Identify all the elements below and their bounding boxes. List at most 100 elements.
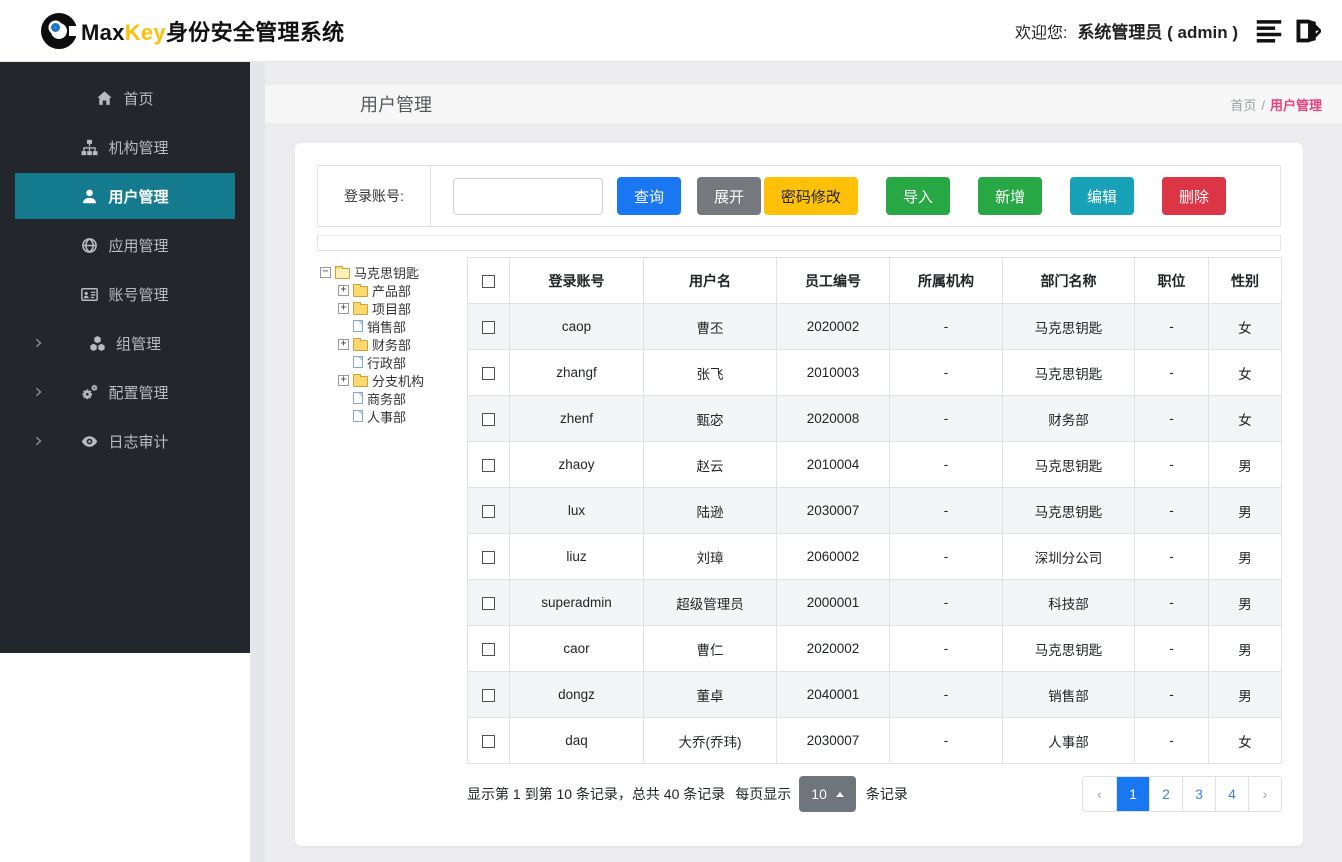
gears-icon bbox=[81, 384, 98, 401]
table-cell: - bbox=[889, 303, 1003, 350]
sidebar-item-audit[interactable]: 日志审计 bbox=[15, 418, 235, 464]
collapse-icon[interactable]: − bbox=[320, 266, 331, 278]
expand-icon[interactable]: + bbox=[338, 302, 349, 314]
table-cell: 男 bbox=[1208, 487, 1282, 534]
edit-button[interactable]: 编辑 bbox=[1069, 177, 1134, 215]
table-cell: 张飞 bbox=[643, 349, 777, 396]
search-toolbar-body: 查询 展开 密码修改 导入 新增 编辑 删除 bbox=[431, 166, 1280, 226]
row-checkbox[interactable] bbox=[482, 366, 495, 380]
pager-page-3[interactable]: 3 bbox=[1182, 777, 1215, 811]
main-layout: 首页 机构管理 用户管理 应用管理 账号管理 组管理 配置管理 日志审计 用户管理 首页 / 用户… bbox=[0, 62, 1342, 862]
table-cell: 女 bbox=[1208, 303, 1282, 350]
table-cell: 2010004 bbox=[776, 441, 890, 488]
row-checkbox-cell bbox=[467, 579, 510, 626]
tree-node[interactable]: + 财务部 bbox=[320, 335, 467, 353]
query-button[interactable]: 查询 bbox=[617, 177, 682, 215]
eye-icon bbox=[81, 433, 98, 450]
table-cell: 2000001 bbox=[776, 579, 890, 626]
table-cell: 2060002 bbox=[776, 533, 890, 580]
tree-node-label: 产品部 bbox=[372, 283, 412, 299]
tree-node[interactable]: 人事部 bbox=[320, 407, 467, 425]
row-checkbox[interactable] bbox=[482, 412, 495, 426]
content-card: 登录账号: 查询 展开 密码修改 导入 新增 编辑 删除 − 马克思钥匙 + 产品部 + 项目部销… bbox=[295, 143, 1303, 846]
column-header: 部门名称 bbox=[1002, 257, 1135, 304]
sidebar-item-account[interactable]: 账号管理 bbox=[15, 271, 235, 317]
row-checkbox[interactable] bbox=[482, 596, 495, 610]
tree-node[interactable]: + 项目部 bbox=[320, 299, 467, 317]
sidebar-item-user[interactable]: 用户管理 bbox=[15, 173, 235, 219]
table-row[interactable]: lux 陆逊 2030007- 马克思钥匙 - 男 bbox=[467, 487, 1282, 534]
table-row[interactable]: daq 大乔(乔玮) 2030007- 人事部 - 女 bbox=[467, 717, 1282, 764]
chevron-right-icon bbox=[33, 436, 44, 447]
table-row[interactable]: zhenf 甄宓 2020008- 财务部 - 女 bbox=[467, 395, 1282, 442]
tree-node[interactable]: 销售部 bbox=[320, 317, 467, 335]
row-checkbox[interactable] bbox=[482, 734, 495, 748]
row-checkbox[interactable] bbox=[482, 504, 495, 518]
row-checkbox[interactable] bbox=[482, 320, 495, 334]
tree-node-label: 行政部 bbox=[367, 355, 407, 371]
tree-node[interactable]: + 分支机构 bbox=[320, 371, 467, 389]
table-cell: 大乔(乔玮) bbox=[643, 717, 777, 764]
tree-node[interactable]: 行政部 bbox=[320, 353, 467, 371]
sidebar-item-home[interactable]: 首页 bbox=[15, 75, 235, 121]
sidebar-item-config[interactable]: 配置管理 bbox=[15, 369, 235, 415]
table-cell: 赵云 bbox=[643, 441, 777, 488]
table-row[interactable]: superadmin 超级管理员 2000001- 科技部 - 男 bbox=[467, 579, 1282, 626]
pager-next[interactable]: › bbox=[1248, 777, 1281, 811]
table-row[interactable]: liuz 刘璋 2060002- 深圳分公司 - 男 bbox=[467, 533, 1282, 580]
table-row[interactable]: dongz 董卓 2040001- 销售部 - 男 bbox=[467, 671, 1282, 718]
pager-prev[interactable]: ‹ bbox=[1083, 777, 1116, 811]
pager-page-4[interactable]: 4 bbox=[1215, 777, 1248, 811]
sidebar-divider bbox=[250, 62, 265, 862]
expand-icon[interactable]: + bbox=[338, 338, 349, 350]
per-page-select[interactable]: 10 bbox=[799, 776, 856, 812]
table-cell: 财务部 bbox=[1002, 395, 1135, 442]
expand-icon[interactable]: + bbox=[338, 284, 349, 296]
welcome-label: 欢迎您: bbox=[1014, 24, 1068, 42]
pager-page-2[interactable]: 2 bbox=[1149, 777, 1182, 811]
column-header: 性别 bbox=[1208, 257, 1282, 304]
import-button[interactable]: 导入 bbox=[885, 177, 950, 215]
row-checkbox[interactable] bbox=[482, 550, 495, 564]
tree-node-label: 分支机构 bbox=[372, 373, 425, 389]
breadcrumb-home[interactable]: 首页 bbox=[1230, 98, 1256, 113]
tree-node[interactable]: 商务部 bbox=[320, 389, 467, 407]
delete-button[interactable]: 删除 bbox=[1161, 177, 1226, 215]
table-cell: - bbox=[889, 579, 1003, 626]
table-cell: 男 bbox=[1208, 625, 1282, 672]
table-cell: 马克思钥匙 bbox=[1002, 625, 1135, 672]
page-title-bar: 用户管理 首页 / 用户管理 bbox=[265, 85, 1342, 123]
chevron-right-icon bbox=[33, 338, 44, 349]
tree-node[interactable]: − 马克思钥匙 bbox=[320, 263, 467, 281]
change-password-button[interactable]: 密码修改 bbox=[763, 177, 858, 215]
table-row[interactable]: zhaoy 赵云 2010004- 马克思钥匙 - 男 bbox=[467, 441, 1282, 488]
column-header: 登录账号 bbox=[509, 257, 644, 304]
sidebar-item-app[interactable]: 应用管理 bbox=[15, 222, 235, 268]
caret-up-icon bbox=[835, 791, 844, 797]
row-checkbox-cell bbox=[467, 441, 510, 488]
table-cell: caop bbox=[509, 303, 644, 350]
menu-icon[interactable] bbox=[1254, 16, 1284, 46]
row-checkbox[interactable] bbox=[482, 688, 495, 702]
table-cell: 马克思钥匙 bbox=[1002, 441, 1135, 488]
login-account-input[interactable] bbox=[453, 177, 603, 215]
sidebar-item-group[interactable]: 组管理 bbox=[15, 320, 235, 366]
table-row[interactable]: caor 曹仁 2020002- 马克思钥匙 - 男 bbox=[467, 625, 1282, 672]
tree-node[interactable]: + 产品部 bbox=[320, 281, 467, 299]
row-checkbox[interactable] bbox=[482, 642, 495, 656]
select-all-checkbox[interactable] bbox=[482, 275, 495, 289]
row-checkbox-cell bbox=[467, 671, 510, 718]
app-logo-icon bbox=[40, 12, 81, 50]
add-button[interactable]: 新增 bbox=[977, 177, 1042, 215]
expand-button[interactable]: 展开 bbox=[697, 177, 762, 215]
sidebar-item-org[interactable]: 机构管理 bbox=[15, 124, 235, 170]
table-row[interactable]: caop 曹丕 2020002- 马克思钥匙 - 女 bbox=[467, 303, 1282, 350]
table-cell: 曹仁 bbox=[643, 625, 777, 672]
table-cell: 马克思钥匙 bbox=[1002, 349, 1135, 396]
pager-page-1[interactable]: 1 bbox=[1116, 777, 1149, 811]
logout-icon[interactable] bbox=[1292, 16, 1322, 46]
row-checkbox[interactable] bbox=[482, 458, 495, 472]
expand-icon[interactable]: + bbox=[338, 374, 349, 386]
table-cell: caor bbox=[509, 625, 644, 672]
table-row[interactable]: zhangf 张飞 2010003- 马克思钥匙 - 女 bbox=[467, 349, 1282, 396]
